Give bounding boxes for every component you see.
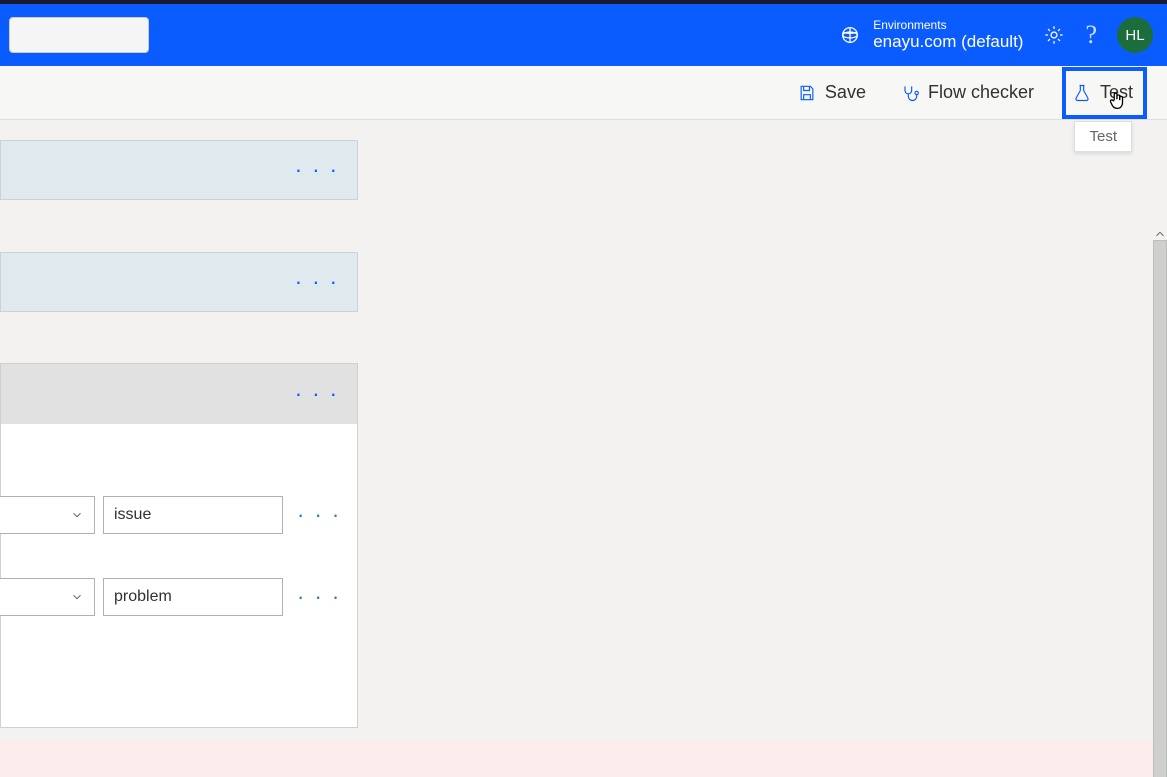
help-icon[interactable]: ? — [1085, 20, 1097, 50]
environment-icon — [839, 24, 861, 46]
condition-card[interactable]: · · · · · · · · · — [0, 363, 358, 728]
row-menu-icon[interactable]: · · · — [291, 510, 341, 520]
settings-icon[interactable] — [1043, 24, 1065, 46]
condition-row: · · · — [0, 496, 357, 534]
card-menu-icon[interactable]: · · · — [295, 165, 339, 175]
condition-value-input[interactable] — [103, 578, 283, 616]
avatar-initials: HL — [1125, 27, 1144, 44]
flow-canvas: · · · · · · · · · · · · · · · — [0, 120, 1167, 777]
card-menu-icon[interactable]: · · · — [295, 389, 339, 399]
trigger-card[interactable]: · · · — [0, 140, 358, 200]
save-icon — [797, 83, 817, 103]
header-right: Environments enayu.com (default) ? HL — [839, 17, 1153, 53]
app-header: Environments enayu.com (default) ? HL — [0, 4, 1167, 66]
cursor-hand-icon — [1106, 89, 1128, 113]
condition-header[interactable]: · · · — [1, 364, 357, 424]
row-menu-icon[interactable]: · · · — [291, 592, 341, 602]
environment-picker[interactable]: Environments enayu.com (default) — [839, 18, 1023, 52]
condition-row: · · · — [0, 578, 357, 616]
chevron-down-icon — [70, 508, 84, 522]
environment-text: Environments enayu.com (default) — [873, 18, 1023, 52]
scrollbar-thumb[interactable] — [1153, 240, 1167, 777]
environment-label: Environments — [873, 18, 1023, 32]
flow-checker-button[interactable]: Flow checker — [894, 78, 1040, 107]
save-label: Save — [825, 82, 866, 103]
avatar[interactable]: HL — [1117, 17, 1153, 53]
vertical-scrollbar[interactable] — [1153, 240, 1167, 777]
stethoscope-icon — [900, 83, 920, 103]
operator-dropdown[interactable] — [0, 496, 95, 534]
search-input[interactable] — [9, 17, 149, 53]
chevron-down-icon — [70, 590, 84, 604]
save-button[interactable]: Save — [791, 78, 872, 107]
condition-value-input[interactable] — [103, 496, 283, 534]
action-card[interactable]: · · · — [0, 252, 358, 312]
scroll-up-icon[interactable] — [1153, 226, 1167, 242]
card-menu-icon[interactable]: · · · — [295, 277, 339, 287]
error-bar — [0, 740, 1155, 777]
environment-name: enayu.com (default) — [873, 32, 1023, 51]
test-button[interactable]: Test — [1062, 67, 1147, 119]
operator-dropdown[interactable] — [0, 578, 95, 616]
flow-checker-label: Flow checker — [928, 82, 1034, 103]
editor-toolbar: Save Flow checker Test Test — [0, 66, 1167, 120]
flask-icon — [1072, 83, 1092, 103]
